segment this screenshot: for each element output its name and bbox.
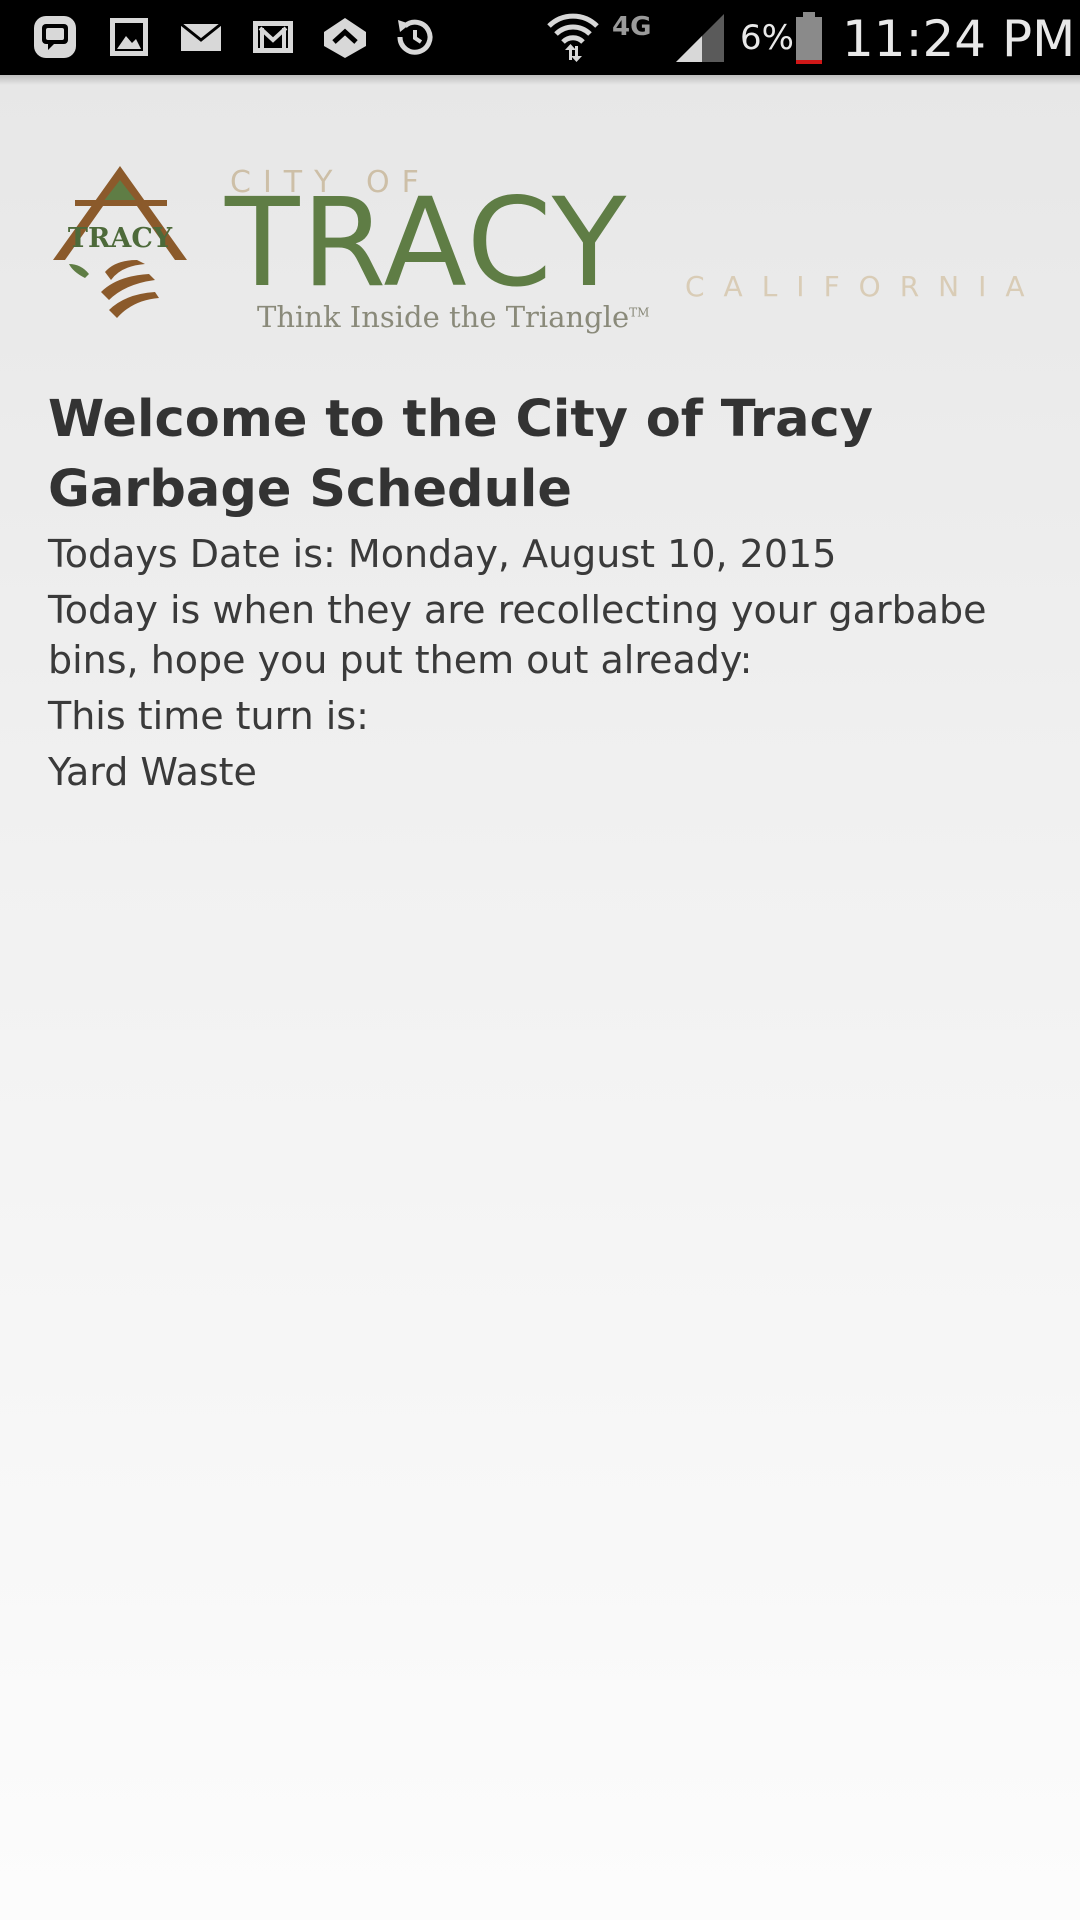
- messenger-icon: [30, 12, 80, 62]
- battery-icon: [794, 10, 824, 66]
- email-icon: [176, 12, 226, 62]
- tracy-emblem-icon: TRACY: [45, 160, 195, 330]
- logo-california: CALIFORNIA: [685, 270, 1044, 303]
- logo-tagline: Think Inside the TriangleTM: [257, 300, 650, 334]
- logo-tracy: TRACY: [225, 172, 629, 314]
- status-bar: 4G 6% 11:24 PM: [0, 0, 1080, 75]
- gmail-icon: [248, 12, 298, 62]
- wifi-icon: [545, 8, 601, 64]
- sync-icon: [390, 12, 440, 62]
- schedule-content: Welcome to the City of Tracy Garbage Sch…: [48, 385, 1038, 797]
- emblem-text: TRACY: [67, 223, 173, 254]
- clock: 11:24 PM: [842, 10, 1076, 68]
- date-line: Todays Date is: Monday, August 10, 2015: [48, 532, 837, 576]
- status-bar-shadow: [0, 75, 1080, 85]
- signal-icon: [672, 10, 728, 66]
- network-type: 4G: [612, 12, 652, 42]
- app-notification-icon: [320, 12, 370, 62]
- page-title: Welcome to the City of Tracy Garbage Sch…: [48, 390, 873, 519]
- gallery-icon: [104, 12, 154, 62]
- turn-label: This time turn is:: [48, 694, 369, 738]
- city-logo: TRACY CITY OF TRACY Think Inside the Tri…: [45, 160, 1035, 340]
- turn-value: Yard Waste: [48, 750, 257, 794]
- logo-trademark: TM: [629, 305, 650, 320]
- collection-message: Today is when they are recollecting your…: [48, 588, 987, 682]
- battery-percent: 6%: [740, 18, 794, 58]
